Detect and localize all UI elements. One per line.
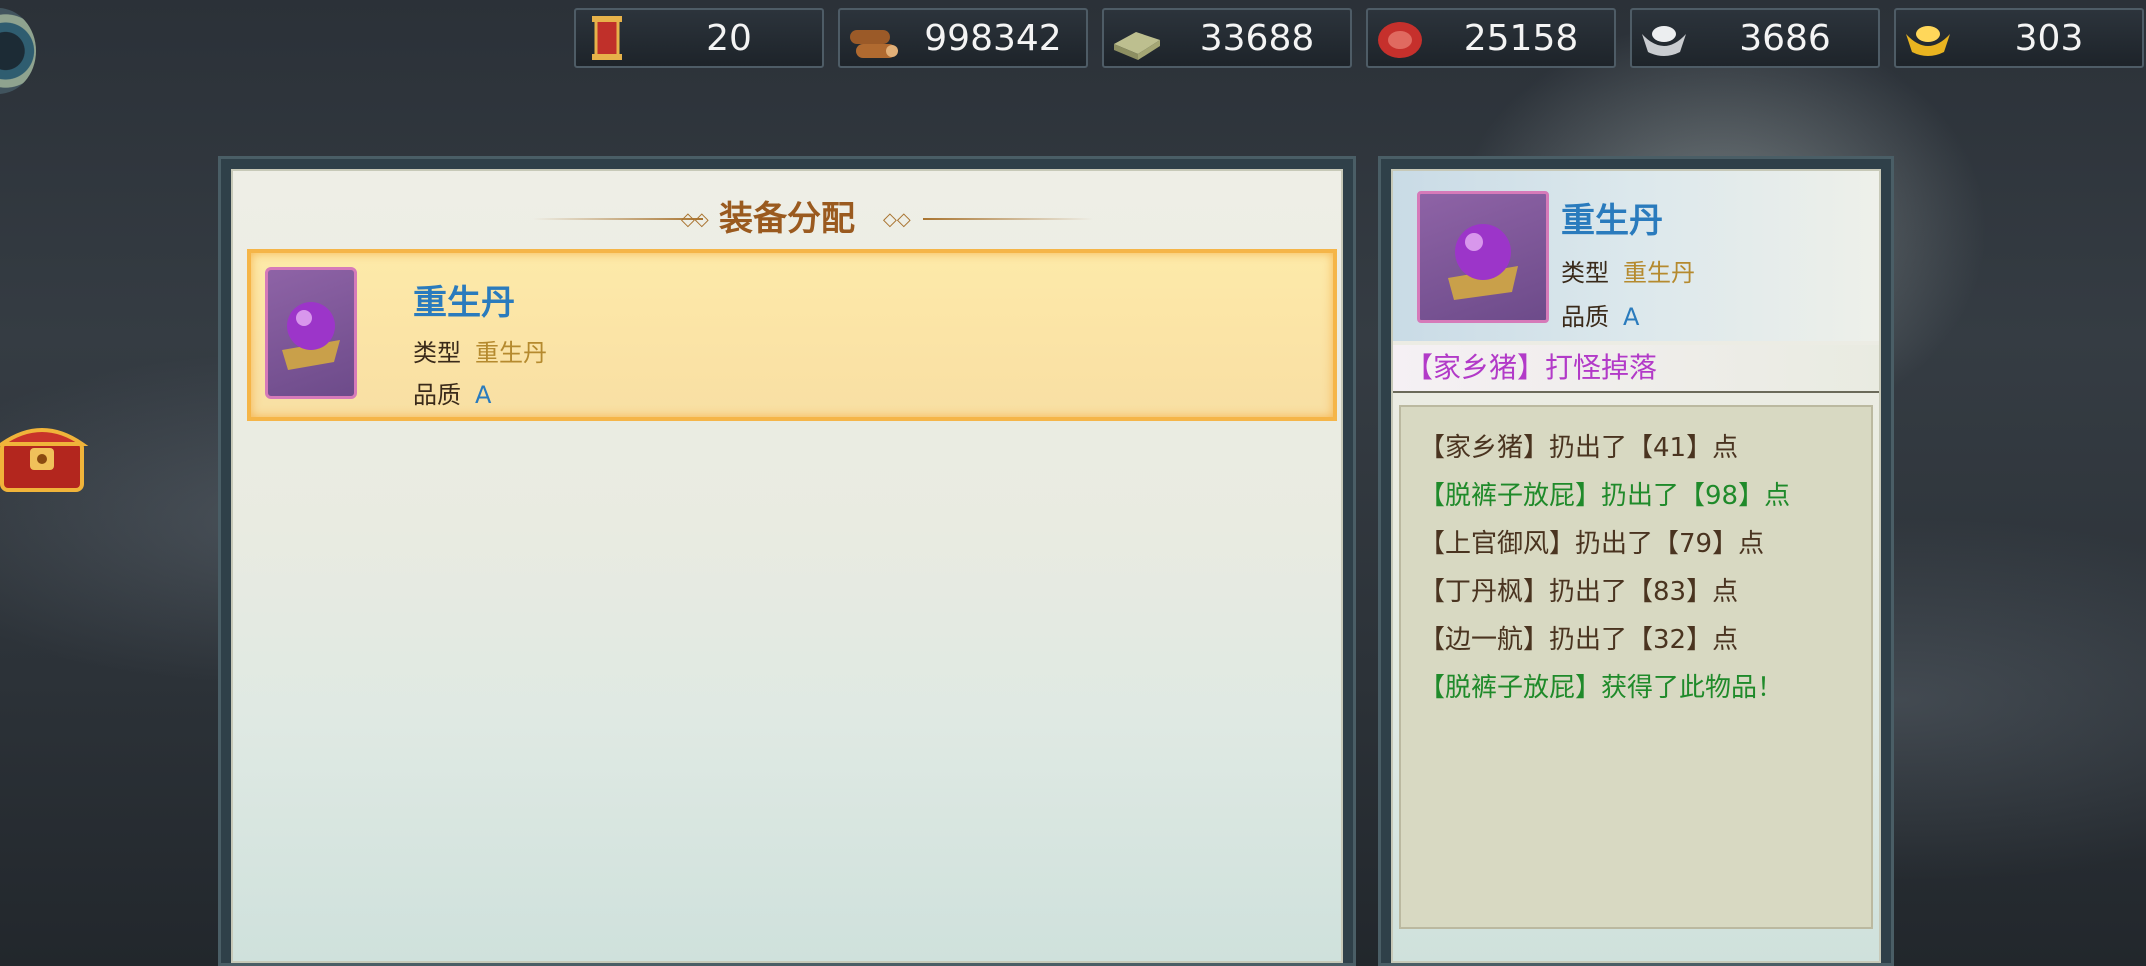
roll-log: 【家乡猪】扔出了【41】点 【脱裤子放屁】扔出了【98】点 【上官御风】扔出了【… (1399, 405, 1873, 929)
log-line: 【上官御风】扔出了【79】点 (1419, 529, 1765, 559)
item-type-value: 重生丹 (1623, 259, 1695, 287)
resource-meat[interactable]: 25158 (1366, 8, 1616, 68)
log-line: 【丁丹枫】扔出了【83】点 (1419, 577, 1739, 607)
item-detail-panel: 重生丹 类型 重生丹 品质 A 【家乡猪】打怪掉落 【家乡猪】扔出了【41】点 【脱… (1378, 156, 1894, 966)
item-name: 重生丹 (413, 283, 515, 323)
item-type-row: 类型 重生丹 (413, 333, 547, 368)
wood-icon (850, 30, 898, 58)
scroll-icon (592, 16, 622, 60)
silver-ingot-icon (1642, 26, 1686, 56)
panel-body: 重生丹 类型 重生丹 品质 A 【家乡猪】打怪掉落 【家乡猪】扔出了【41】点 【脱… (1391, 169, 1881, 963)
log-line: 【脱裤子放屁】扔出了【98】点 (1419, 481, 1791, 511)
resource-silver[interactable]: 3686 (1630, 8, 1880, 68)
item-type-label: 类型 (1561, 259, 1609, 287)
log-line: 【脱裤子放屁】获得了此物品！ (1419, 673, 1784, 703)
log-line: 【边一航】扔出了【32】点 (1419, 625, 1739, 655)
title-ornament-line (923, 218, 1093, 220)
equipment-distribution-panel: ◇◇ 装备分配 ◇◇ 重生丹 类型 重生丹 品质 A (218, 156, 1356, 966)
drop-source-title: 【家乡猪】打怪掉落 (1393, 345, 1879, 393)
item-type-label: 类型 (413, 339, 461, 367)
log-line: 【家乡猪】扔出了【41】点 (1419, 433, 1739, 463)
item-quality-value: A (1623, 303, 1640, 331)
gold-ingot-icon (1906, 26, 1950, 56)
title-ornament-diamond: ◇◇ (681, 209, 709, 230)
resource-value: 303 (2014, 18, 2084, 59)
resource-gold[interactable]: 303 (1894, 8, 2144, 68)
resource-value: 3686 (1739, 18, 1831, 59)
meat-icon (1378, 22, 1422, 58)
resource-value: 20 (706, 18, 752, 59)
title-ornament-diamond: ◇◇ (883, 209, 911, 230)
title-ornament-line (533, 218, 703, 220)
resource-value: 33688 (1199, 18, 1315, 59)
treasure-chest-icon[interactable] (0, 410, 90, 500)
item-quality-row: 品质 A (1561, 297, 1639, 332)
rebirth-pill-icon (265, 267, 357, 399)
panel-body: ◇◇ 装备分配 ◇◇ 重生丹 类型 重生丹 品质 A (231, 169, 1343, 963)
stone-icon (1114, 32, 1160, 60)
panel-title: 装备分配 (719, 199, 855, 239)
menu-emblem-button[interactable] (0, 8, 36, 94)
item-card-selected[interactable]: 重生丹 类型 重生丹 品质 A (247, 249, 1337, 421)
resource-stone[interactable]: 33688 (1102, 8, 1352, 68)
item-type-row: 类型 重生丹 (1561, 253, 1695, 288)
resource-value: 998342 (924, 18, 1062, 59)
panel-title-row: ◇◇ 装备分配 ◇◇ (233, 197, 1341, 241)
resource-scroll[interactable]: 20 (574, 8, 824, 68)
item-quality-row: 品质 A (413, 375, 491, 410)
item-type-value: 重生丹 (475, 339, 547, 367)
resource-wood[interactable]: 998342 (838, 8, 1088, 68)
item-quality-label: 品质 (413, 381, 461, 409)
rebirth-pill-icon (1417, 191, 1549, 323)
resource-value: 25158 (1463, 18, 1579, 59)
item-quality-value: A (475, 381, 492, 409)
item-name: 重生丹 (1561, 201, 1663, 241)
item-detail-header: 重生丹 类型 重生丹 品质 A (1393, 171, 1879, 341)
item-quality-label: 品质 (1561, 303, 1609, 331)
